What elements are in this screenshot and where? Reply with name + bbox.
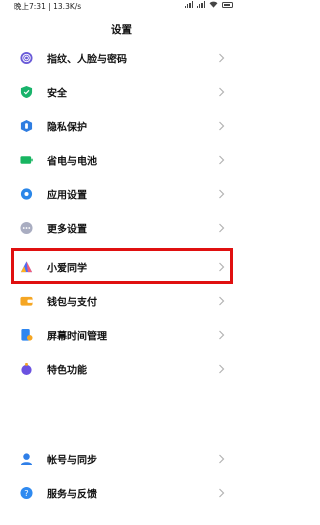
settings-item-label: 更多设置 [47, 224, 87, 236]
shield-icon [20, 85, 33, 99]
settings-item-account-sync[interactable]: 帐号与同步 [0, 442, 243, 476]
account-icon [20, 453, 33, 466]
section-divider [0, 392, 243, 410]
settings-item-privacy[interactable]: 隐私保护 [0, 109, 243, 143]
signal-icon [184, 1, 193, 8]
settings-item-label: 隐私保护 [47, 122, 87, 134]
settings-item-features[interactable]: 特色功能 [0, 352, 243, 386]
page-title: 设置 [111, 24, 132, 36]
chevron-right-icon [219, 189, 225, 199]
settings-item-label: 屏幕时间管理 [47, 331, 107, 343]
privacy-icon [20, 119, 33, 133]
settings-item-security[interactable]: 安全 [0, 75, 243, 109]
svg-text:?: ? [24, 488, 28, 498]
screen-time-icon [21, 328, 33, 341]
chevron-right-icon [219, 454, 225, 464]
battery-icon [222, 1, 233, 8]
status-icons [184, 1, 233, 8]
settings-item-fingerprint-face-password[interactable]: 指纹、人脸与密码 [0, 41, 243, 75]
settings-item-label: 钱包与支付 [47, 297, 97, 309]
settings-item-label: 指纹、人脸与密码 [47, 54, 127, 66]
chevron-right-icon [219, 296, 225, 306]
feedback-icon: ? [20, 486, 33, 500]
xiaoai-icon [20, 261, 33, 273]
gear-icon [20, 188, 33, 200]
settings-item-label: 省电与电池 [47, 156, 97, 168]
settings-item-label: 安全 [47, 88, 67, 100]
signal-icon [196, 1, 205, 8]
more-icon [20, 221, 33, 235]
chevron-right-icon [219, 364, 225, 374]
settings-item-label: 小爱同学 [47, 263, 87, 275]
settings-item-more-settings[interactable]: 更多设置 [0, 211, 243, 245]
chevron-right-icon [219, 262, 225, 272]
chevron-right-icon [219, 87, 225, 97]
status-time-netspeed: 晚上7:31 | 13.3K/s [14, 2, 82, 11]
settings-item-label: 帐号与同步 [47, 455, 97, 467]
chevron-right-icon [219, 155, 225, 165]
settings-item-label: 应用设置 [47, 190, 87, 202]
chevron-right-icon [219, 488, 225, 498]
chevron-right-icon [219, 223, 225, 233]
settings-item-xiaoai[interactable]: 小爱同学 [0, 250, 243, 284]
settings-item-service-feedback[interactable]: ? 服务与反馈 [0, 476, 243, 510]
settings-item-label: 服务与反馈 [47, 489, 97, 501]
chevron-right-icon [219, 330, 225, 340]
section-divider [0, 246, 243, 247]
battery-saver-icon [20, 156, 33, 164]
settings-item-wallet[interactable]: 钱包与支付 [0, 284, 243, 318]
status-bar: 晚上7:31 | 13.3K/s [0, 0, 243, 12]
settings-item-app-settings[interactable]: 应用设置 [0, 177, 243, 211]
settings-item-battery[interactable]: 省电与电池 [0, 143, 243, 177]
wallet-icon [20, 296, 33, 306]
settings-item-screen-time[interactable]: 屏幕时间管理 [0, 318, 243, 352]
settings-item-label: 特色功能 [47, 365, 87, 377]
chevron-right-icon [219, 121, 225, 131]
feature-icon [21, 362, 32, 376]
wifi-icon [209, 1, 218, 8]
fingerprint-icon [20, 51, 33, 65]
chevron-right-icon [219, 53, 225, 63]
